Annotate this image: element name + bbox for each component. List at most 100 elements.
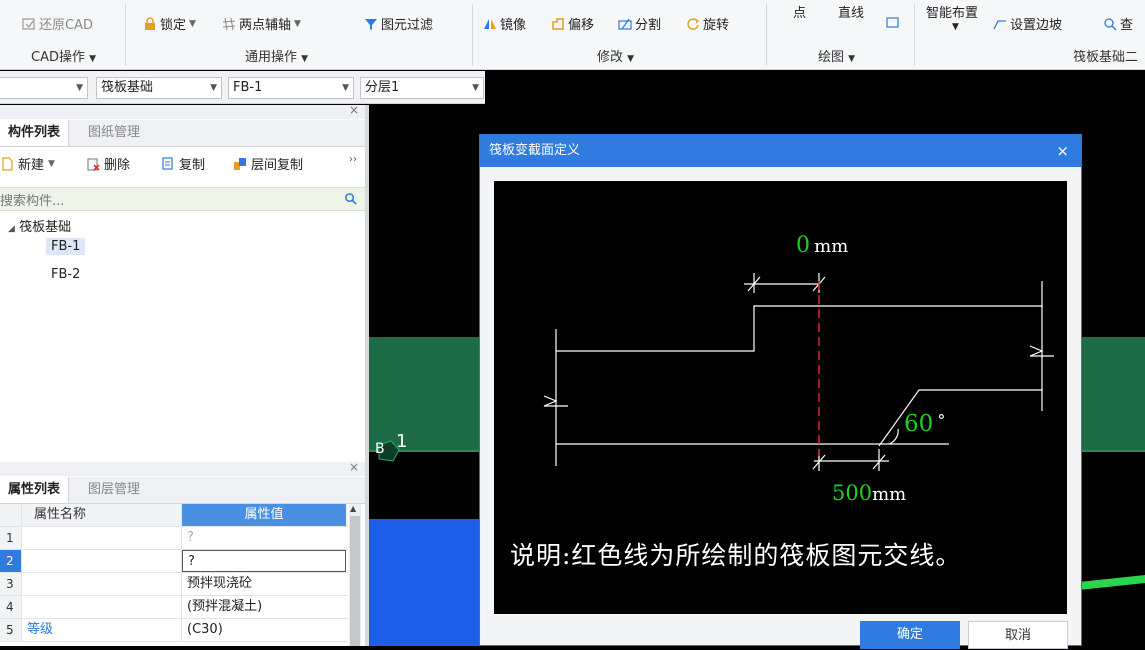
set-slope-label: 设置边坡 <box>1010 18 1063 33</box>
panel-header: × <box>0 103 365 119</box>
tab-drawing-management[interactable]: 图纸管理 <box>80 120 148 146</box>
rotate-button[interactable]: 旋转 <box>686 14 729 33</box>
filter-label: 图元过滤 <box>381 18 434 33</box>
draw-group-label[interactable]: 绘图 ▼ <box>818 46 855 65</box>
top-dim-tick <box>747 273 761 293</box>
tab-layer-management[interactable]: 图层管理 <box>80 477 148 503</box>
search-input[interactable]: 搜索构件... <box>0 190 64 209</box>
tab-property-list[interactable]: 属性列表 <box>0 477 70 503</box>
ribbon-toolbar: 还原CAD CAD操作 ▼ 锁定 ▼ 两点辅轴 ▼ 图元过滤 通用操作 ▼ 镜像… <box>0 0 1145 70</box>
floor-copy-button[interactable]: 层间复制 <box>233 154 303 173</box>
rectangle-icon[interactable] <box>886 16 900 30</box>
floor-copy-icon <box>234 157 246 170</box>
component-toolbar: 新建 ▼ 删除 复制 层间复制 ›› <box>0 149 365 179</box>
dialog-title-bar: 筏板变截面定义 <box>480 135 1081 167</box>
tab-component-list[interactable]: 构件列表 <box>0 120 70 146</box>
close-icon[interactable]: × <box>349 460 359 474</box>
component-type-value: 筏板基础 <box>101 80 154 95</box>
set-slope-button[interactable]: 设置边坡 <box>993 14 1062 33</box>
component-type-select[interactable]: 筏板基础 ▼ <box>96 77 222 99</box>
search-bar[interactable]: 搜索构件... <box>0 187 365 211</box>
offset-label: 偏移 <box>568 18 595 33</box>
split-button[interactable]: 分割 <box>618 14 661 33</box>
copy-button[interactable]: 复制 <box>161 154 205 173</box>
lock-icon <box>145 16 155 30</box>
angle-arc <box>888 428 899 445</box>
property-value-editor[interactable]: ? <box>182 550 346 572</box>
offset-icon <box>552 17 564 30</box>
floor-select[interactable]: ▼ <box>0 77 88 99</box>
row-number: 5 <box>0 619 22 641</box>
modify-group-label[interactable]: 修改 ▼ <box>597 46 634 65</box>
row-number: 3 <box>0 573 22 595</box>
cad-group-label[interactable]: CAD操作 ▼ <box>31 46 96 65</box>
property-value[interactable]: (C30) <box>182 619 346 641</box>
table-row[interactable]: 1 ? <box>0 527 348 550</box>
offset-button[interactable]: 偏移 <box>551 14 594 33</box>
property-tabs: 属性列表 图层管理 <box>0 477 365 504</box>
delete-button[interactable]: 删除 <box>86 154 130 173</box>
close-icon[interactable]: × <box>349 103 359 117</box>
line-button[interactable]: 直线 <box>838 2 864 21</box>
two-point-axis-button[interactable]: 两点辅轴 ▼ <box>222 14 301 33</box>
point-label: 点 <box>793 6 807 21</box>
tree-expand-icon[interactable]: ◢ <box>8 224 15 234</box>
table-row[interactable]: 4 (预拌混凝土) <box>0 596 348 619</box>
cad-group-text: CAD操作 <box>31 50 85 65</box>
row-number: 4 <box>0 596 22 618</box>
restore-cad-button[interactable]: 还原CAD <box>22 14 93 33</box>
more-icon[interactable]: ›› <box>349 154 357 165</box>
tree-item-fb-2[interactable]: FB-2 <box>51 267 80 282</box>
row-number: 1 <box>0 527 22 549</box>
scrollbar[interactable]: ▲ <box>349 504 361 646</box>
search-icon[interactable] <box>344 192 357 205</box>
check-label: 查 <box>1120 18 1134 33</box>
general-group-label[interactable]: 通用操作 ▼ <box>245 46 308 65</box>
point-button[interactable]: 点 <box>793 2 806 21</box>
property-value-header: 属性值 <box>182 504 346 526</box>
selector-bar: ▼ 筏板基础 ▼ FB-1 ▼ 分层1 ▼ <box>0 71 485 104</box>
property-name <box>22 573 182 595</box>
new-button[interactable]: 新建 ▼ <box>0 154 55 173</box>
tree-root[interactable]: ◢ 筏板基础 <box>8 216 71 235</box>
restore-cad-label: 还原CAD <box>39 18 93 33</box>
component-name-select[interactable]: FB-1 ▼ <box>228 77 354 99</box>
scroll-up-icon[interactable]: ▲ <box>350 504 356 513</box>
row-number-header <box>0 504 22 526</box>
raft-group-label[interactable]: 筏板基础二 <box>1073 46 1138 65</box>
cancel-button[interactable]: 取消 <box>968 621 1068 649</box>
filter-button[interactable]: 图元过滤 <box>364 14 433 33</box>
draw-group-text: 绘图 <box>818 50 845 65</box>
slope-icon <box>993 19 1006 29</box>
property-name <box>22 527 182 549</box>
bottom-dim-value: 500 <box>832 481 873 505</box>
property-value[interactable]: (预拌混凝土) <box>182 596 346 618</box>
scrollbar-thumb[interactable] <box>350 516 360 646</box>
chevron-down-icon: ▼ <box>301 54 309 64</box>
new-label: 新建 <box>18 158 45 173</box>
layer-select[interactable]: 分层1 ▼ <box>360 77 484 99</box>
chevron-down-icon: ▼ <box>342 83 349 93</box>
smart-layout-button[interactable]: 智能布置 <box>926 2 978 21</box>
two-point-axis-label: 两点辅轴 <box>239 18 292 33</box>
mirror-button[interactable]: 镜像 <box>483 14 526 33</box>
component-name-value: FB-1 <box>233 80 263 95</box>
property-name: 等级 <box>22 619 182 641</box>
ok-button[interactable]: 确定 <box>860 621 960 649</box>
table-row[interactable]: 5 等级 (C30) <box>0 619 348 642</box>
table-row[interactable]: 2 ? <box>0 550 348 573</box>
top-dim-value: 0 <box>796 233 810 258</box>
slab-top-line <box>556 305 1042 352</box>
close-icon[interactable]: × <box>1056 135 1069 167</box>
top-dimension: 0 mm <box>796 233 848 258</box>
check-button[interactable]: 查 <box>1103 14 1133 33</box>
top-dim-unit: mm <box>814 236 849 257</box>
table-row[interactable]: 3 预拌现浇砼 <box>0 573 348 596</box>
lock-button[interactable]: 锁定 ▼ <box>143 14 196 33</box>
tree-item-fb-1[interactable]: FB-1 <box>46 238 86 255</box>
property-value[interactable]: 预拌现浇砼 <box>182 573 346 595</box>
property-value[interactable]: ? <box>182 527 346 549</box>
check-icon <box>1104 17 1117 31</box>
restore-cad-icon <box>22 17 35 30</box>
chevron-down-icon: ▼ <box>210 83 217 93</box>
